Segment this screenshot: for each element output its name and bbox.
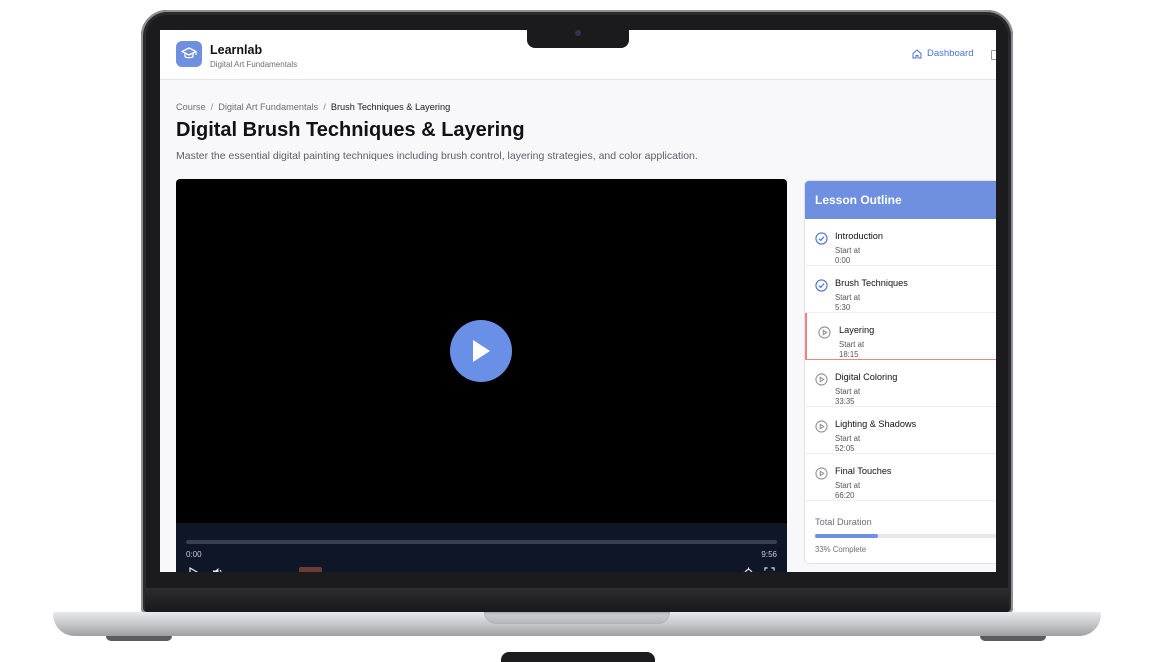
lesson-start: Start at 52:05 — [835, 434, 860, 454]
completion-text: 33% Complete — [815, 545, 867, 554]
play-circle-icon — [815, 467, 828, 480]
lesson-start-time: 5:30 — [835, 303, 851, 312]
play-control-icon[interactable] — [188, 567, 198, 572]
check-circle-icon — [815, 232, 828, 245]
lesson-start-label: Start at — [835, 246, 861, 255]
breadcrumb-separator: / — [210, 102, 214, 112]
lesson-item[interactable]: Introduction Start at 0:00 — [805, 219, 996, 266]
breadcrumb: Course / Digital Art Fundamentals / Brush Te… — [176, 102, 450, 112]
video-controls: 0:00 9:56 — [176, 523, 787, 572]
lesson-item[interactable]: Brush Techniques Start at 5:30 — [805, 266, 996, 313]
screen: Learnlab Digital Art Fundamentals Dashbo… — [160, 30, 996, 572]
total-duration-label: Total Duration — [815, 517, 872, 527]
play-circle-icon — [815, 373, 828, 386]
total-time: 9:56 — [761, 550, 777, 559]
play-button[interactable] — [450, 320, 512, 382]
app-subtitle: Digital Art Fundamentals — [210, 60, 298, 69]
breadcrumb-module[interactable]: Digital Art Fundamentals — [218, 102, 318, 112]
gear-icon[interactable] — [743, 567, 754, 572]
camera-icon — [575, 30, 581, 36]
lesson-start: Start at 66:20 — [835, 481, 860, 501]
color-swatch[interactable] — [299, 567, 322, 572]
play-circle-icon — [818, 326, 831, 339]
nav-dashboard[interactable]: Dashboard — [912, 48, 973, 59]
stand — [501, 652, 655, 662]
home-icon — [912, 48, 922, 58]
breadcrumb-separator: / — [323, 102, 326, 112]
check-circle-icon — [815, 279, 828, 292]
graduation-cap-icon[interactable] — [176, 41, 202, 67]
current-time: 0:00 — [186, 550, 202, 559]
lesson-start: Start at 18:15 — [839, 340, 864, 360]
camera-notch — [527, 30, 629, 48]
play-icon — [473, 340, 490, 362]
lesson-name: Digital Coloring — [835, 372, 898, 382]
completion-progress-bar — [815, 534, 996, 538]
document-icon[interactable] — [991, 50, 996, 60]
lesson-name: Introduction — [835, 231, 884, 241]
lesson-start-label: Start at — [835, 481, 861, 490]
play-circle-icon — [815, 420, 828, 433]
laptop-base-notch — [484, 612, 670, 624]
laptop-bezel-bottom — [145, 588, 1009, 614]
lesson-item[interactable]: Final Touches Start at 66:20 — [805, 454, 996, 501]
fullscreen-icon[interactable] — [764, 567, 775, 572]
lesson-start: Start at 33:35 — [835, 387, 860, 407]
lesson-start-label: Start at — [835, 387, 861, 396]
lesson-name: Final Touches — [835, 466, 892, 476]
lesson-start-label: Start at — [835, 293, 861, 302]
lesson-start-time: 0:00 — [835, 256, 851, 265]
lesson-item[interactable]: Digital Coloring Start at 33:35 — [805, 360, 996, 407]
lesson-item[interactable]: Layering Start at 18:15 — [805, 313, 996, 360]
lesson-start-label: Start at — [839, 340, 865, 349]
lesson-outline-title: Lesson Outline — [805, 181, 996, 219]
volume-icon[interactable] — [212, 567, 224, 572]
completion-progress-fill — [815, 534, 878, 538]
page-title: Digital Brush Techniques & Layering — [176, 119, 525, 141]
lesson-name: Brush Techniques — [835, 278, 908, 288]
lesson-list: Introduction Start at 0:00 Brush Techniques… — [805, 219, 996, 501]
breadcrumb-course[interactable]: Course — [176, 102, 206, 112]
lesson-start-time: 52:05 — [835, 444, 855, 453]
video-progress-bar[interactable] — [186, 540, 777, 544]
laptop-foot-right — [980, 636, 1046, 641]
lesson-outline-panel: Lesson Outline Introduction Start at 0:00 B… — [804, 180, 996, 564]
lesson-start-time: 18:15 — [839, 350, 859, 359]
breadcrumb-current: Brush Techniques & Layering — [330, 102, 451, 112]
lesson-item[interactable]: Lighting & Shadows Start at 52:05 — [805, 407, 996, 454]
lesson-start: Start at 5:30 — [835, 293, 860, 313]
lesson-start-time: 66:20 — [835, 491, 855, 500]
app-name: Learnlab — [210, 43, 263, 57]
nav-dashboard-label: Dashboard — [927, 48, 974, 59]
page-description: Master the essential digital painting te… — [176, 150, 698, 162]
lesson-start-label: Start at — [835, 434, 861, 443]
lesson-start-time: 33:35 — [835, 397, 855, 406]
lesson-name: Lighting & Shadows — [835, 419, 917, 429]
lesson-start: Start at 0:00 — [835, 246, 860, 266]
laptop-foot-left — [106, 636, 172, 641]
video-player[interactable]: 0:00 9:56 — [176, 179, 787, 572]
lesson-name: Layering — [839, 325, 875, 335]
